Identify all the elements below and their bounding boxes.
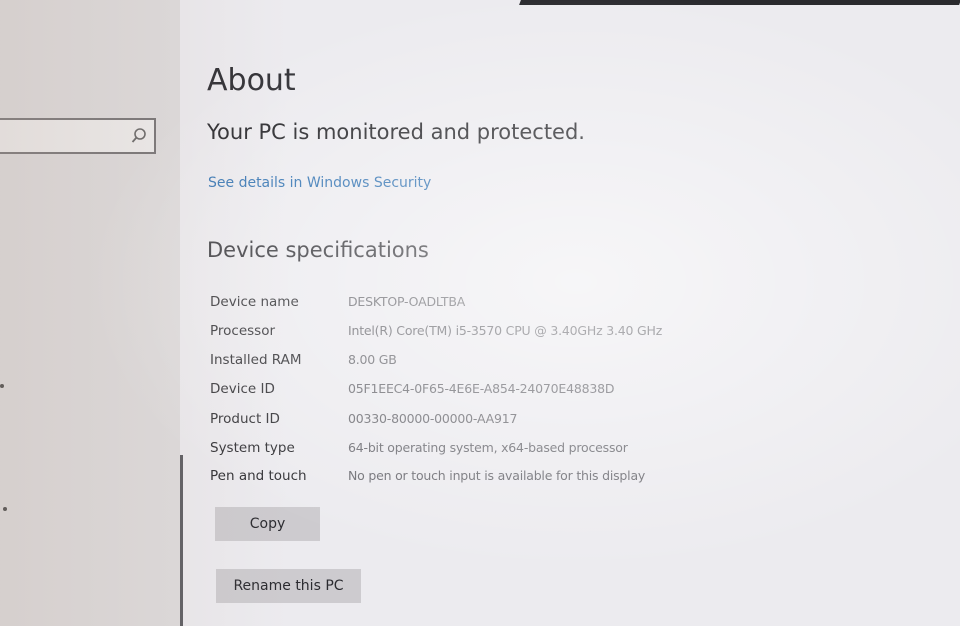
sidebar-item-marker bbox=[0, 384, 4, 388]
spec-label: Pen and touch bbox=[210, 468, 307, 484]
spec-value: No pen or touch input is available for t… bbox=[348, 468, 646, 483]
spec-label: System type bbox=[210, 440, 295, 456]
copy-button[interactable]: Copy bbox=[215, 507, 320, 541]
sidebar bbox=[0, 0, 180, 626]
spec-value: 05F1EEC4-0F65-4E6E-A854-24070E48838D bbox=[348, 381, 615, 396]
spec-label: Processor bbox=[210, 323, 276, 339]
search-icon[interactable] bbox=[130, 126, 148, 146]
spec-label: Device name bbox=[210, 294, 299, 310]
settings-window: About Your PC is monitored and protected… bbox=[0, 0, 960, 626]
spec-value: 00330-80000-00000-AA917 bbox=[348, 411, 518, 426]
monitor-bezel-edge bbox=[519, 0, 960, 5]
search-input[interactable] bbox=[0, 118, 156, 154]
rename-pc-button[interactable]: Rename this PC bbox=[216, 569, 361, 603]
sidebar-item-marker bbox=[3, 507, 7, 511]
spec-label: Device ID bbox=[210, 381, 275, 397]
spec-label: Installed RAM bbox=[210, 352, 302, 368]
spec-label: Product ID bbox=[210, 411, 280, 427]
spec-value: 8.00 GB bbox=[348, 352, 397, 367]
sidebar-divider bbox=[180, 455, 183, 626]
device-specifications-heading: Device specifications bbox=[207, 238, 429, 262]
spec-value: DESKTOP-OADLTBA bbox=[348, 294, 466, 309]
spec-value: 64-bit operating system, x64-based proce… bbox=[348, 440, 628, 455]
windows-security-link[interactable]: See details in Windows Security bbox=[208, 175, 431, 191]
spec-value: Intel(R) Core(TM) i5-3570 CPU @ 3.40GHz … bbox=[348, 323, 663, 338]
security-status-text: Your PC is monitored and protected. bbox=[207, 120, 585, 144]
page-title: About bbox=[207, 63, 296, 98]
